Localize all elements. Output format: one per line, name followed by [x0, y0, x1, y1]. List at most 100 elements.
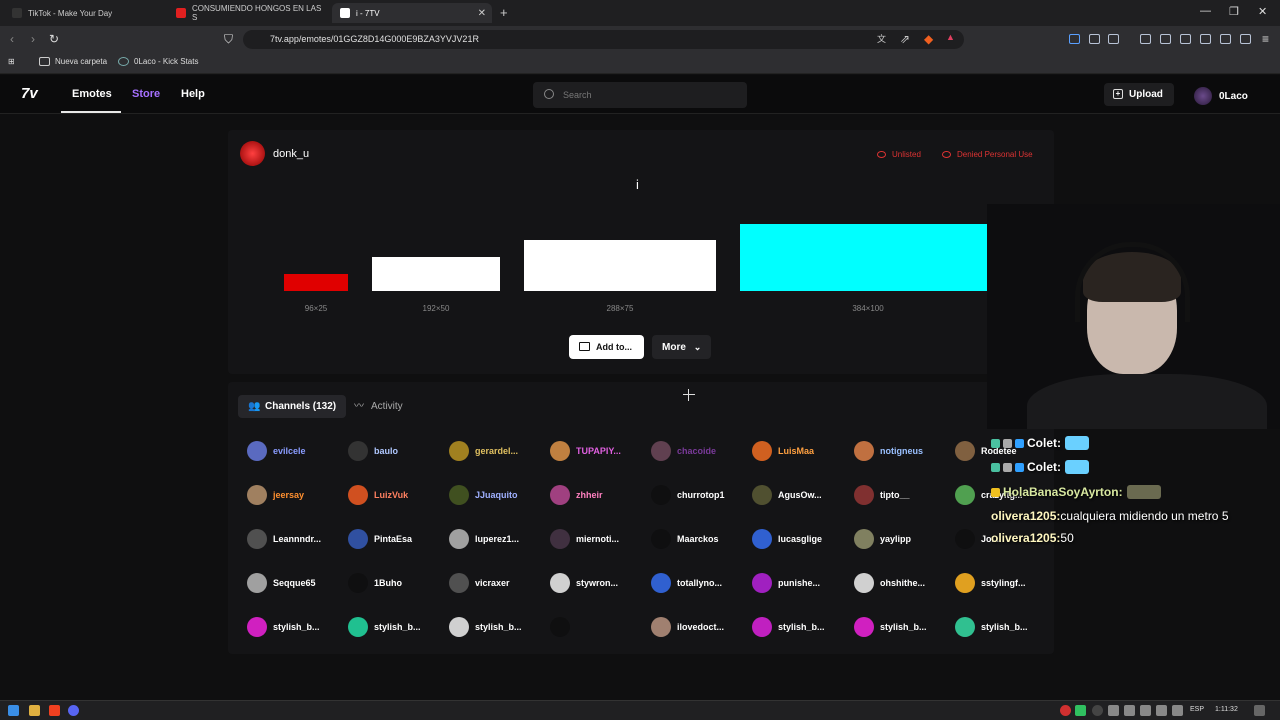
channel-item[interactable]: stylish_b...: [955, 617, 1028, 637]
leo-icon[interactable]: [1220, 34, 1231, 44]
add-to-button[interactable]: Add to...: [569, 335, 644, 359]
channel-item[interactable]: stylish_b...: [752, 617, 825, 637]
channel-item[interactable]: churrotop1: [651, 485, 725, 505]
apps-grid-icon[interactable]: ⊞: [8, 57, 15, 66]
forward-icon[interactable]: ›: [31, 32, 35, 46]
user-menu[interactable]: 0Laco: [1194, 87, 1248, 105]
media-icon[interactable]: [1108, 34, 1119, 44]
chat-badge-icon: [1015, 462, 1024, 472]
vpn-icon[interactable]: [1240, 34, 1251, 44]
channel-item[interactable]: baulo: [348, 441, 398, 461]
channel-item[interactable]: stylish_b...: [449, 617, 522, 637]
streamer-body: [1027, 374, 1267, 429]
reload-icon[interactable]: ↻: [49, 32, 59, 46]
upload-button[interactable]: + Upload: [1104, 83, 1174, 106]
channel-item[interactable]: luperez1...: [449, 529, 519, 549]
sidebar-icon[interactable]: [1180, 34, 1191, 44]
brave-rewards-icon[interactable]: ▲: [946, 32, 955, 42]
channel-item[interactable]: notigneus: [854, 441, 923, 461]
channel-avatar: [955, 617, 975, 637]
file-explorer-icon[interactable]: [29, 705, 40, 716]
channel-item[interactable]: tipto__: [854, 485, 910, 505]
channel-item[interactable]: jeersay: [247, 485, 304, 505]
tray-icon[interactable]: [1108, 705, 1119, 716]
download-icon[interactable]: [1140, 34, 1151, 44]
browser-tab-youtube[interactable]: CONSUMIENDO HONGOS EN LAS S: [168, 3, 328, 23]
channel-item[interactable]: Leannndr...: [247, 529, 321, 549]
channel-item[interactable]: sstylingf...: [955, 573, 1026, 593]
wallet-icon[interactable]: [1200, 34, 1211, 44]
tray-icon[interactable]: [1060, 705, 1071, 716]
language-indicator[interactable]: ESP: [1190, 706, 1204, 713]
notification-icon[interactable]: [1254, 705, 1265, 716]
channel-item[interactable]: Maarckos: [651, 529, 719, 549]
share-icon[interactable]: ⇗: [900, 32, 910, 46]
brave-icon[interactable]: [49, 705, 60, 716]
channel-item[interactable]: miernoti...: [550, 529, 619, 549]
channel-item[interactable]: yaylipp: [854, 529, 911, 549]
channel-item[interactable]: ohshithe...: [854, 573, 925, 593]
nav-emotes[interactable]: Emotes: [61, 88, 121, 113]
channel-item[interactable]: 1Buho: [348, 573, 402, 593]
url-field[interactable]: 7tv.app/emotes/01GGZ8D14G000E9BZA3YVJV21…: [243, 30, 964, 49]
7tv-logo[interactable]: 7v: [21, 85, 38, 102]
channel-item[interactable]: LuisMaa: [752, 441, 814, 461]
channel-item[interactable]: lucasglige: [752, 529, 822, 549]
menu-icon[interactable]: ≡: [1262, 32, 1269, 46]
bookmark-kick-stats[interactable]: 0Laco - Kick Stats: [118, 57, 198, 66]
channel-item[interactable]: stylish_b...: [854, 617, 927, 637]
channel-item[interactable]: stylish_b...: [348, 617, 421, 637]
minimize-icon[interactable]: —: [1200, 5, 1211, 17]
tray-icon[interactable]: [1124, 705, 1135, 716]
nav-help[interactable]: Help: [181, 88, 205, 100]
back-icon[interactable]: ‹: [10, 32, 14, 46]
channel-item[interactable]: PintaEsa: [348, 529, 412, 549]
bookmark-folder[interactable]: Nueva carpeta: [39, 57, 107, 66]
music-icon[interactable]: [1160, 34, 1171, 44]
channel-item[interactable]: totallyno...: [651, 573, 722, 593]
close-window-icon[interactable]: ✕: [1258, 5, 1267, 18]
channel-item[interactable]: zhheir: [550, 485, 603, 505]
search-input[interactable]: Search: [533, 82, 747, 108]
close-tab-icon[interactable]: ✕: [478, 8, 486, 19]
channel-item[interactable]: evilcele: [247, 441, 306, 461]
translate-icon[interactable]: 文: [877, 32, 886, 45]
start-icon[interactable]: [8, 705, 19, 716]
channel-item[interactable]: gerardel...: [449, 441, 518, 461]
puzzle-icon[interactable]: [1089, 34, 1100, 44]
new-tab-button[interactable]: +: [500, 5, 508, 20]
clock[interactable]: 1:11:32: [1215, 706, 1238, 713]
brave-shield-icon[interactable]: ◆: [924, 32, 933, 46]
restore-icon[interactable]: ❐: [1229, 5, 1239, 18]
channel-item[interactable]: JJuaquito: [449, 485, 518, 505]
tray-icon[interactable]: [1075, 705, 1086, 716]
tab-channels[interactable]: 👥 Channels (132): [238, 395, 346, 418]
browser-tab-7tv[interactable]: i - 7TV ✕: [332, 3, 492, 23]
extension-icon[interactable]: [1069, 34, 1080, 44]
tab-activity[interactable]: 〰 Activity: [352, 395, 412, 418]
nav-store[interactable]: Store: [132, 88, 160, 100]
channel-item[interactable]: vicraxer: [449, 573, 510, 593]
browser-tab-tiktok[interactable]: TikTok - Make Your Day: [4, 3, 164, 23]
channel-item[interactable]: ilovedoct...: [651, 617, 724, 637]
channel-item[interactable]: chacoide: [651, 441, 716, 461]
channel-avatar: [449, 485, 469, 505]
channel-item[interactable]: stylish_b...: [247, 617, 320, 637]
channel-item[interactable]: [550, 617, 576, 637]
volume-icon[interactable]: [1172, 705, 1183, 716]
bookmark-icon[interactable]: ⛉: [224, 32, 233, 47]
avatar: [1194, 87, 1212, 105]
channel-item[interactable]: AgusOw...: [752, 485, 822, 505]
channel-item[interactable]: Seqque65: [247, 573, 316, 593]
wifi-icon[interactable]: [1156, 705, 1167, 716]
more-button[interactable]: More ⌄: [652, 335, 711, 359]
tray-icon[interactable]: [1092, 705, 1103, 716]
discord-icon[interactable]: [68, 705, 79, 716]
channel-item[interactable]: stywron...: [550, 573, 618, 593]
emote-owner[interactable]: donk_u: [240, 141, 309, 166]
channel-item[interactable]: punishe...: [752, 573, 820, 593]
owner-name: donk_u: [273, 147, 310, 160]
channel-item[interactable]: TUPAPIY...: [550, 441, 621, 461]
channel-item[interactable]: LuizVuk: [348, 485, 408, 505]
tray-icon[interactable]: [1140, 705, 1151, 716]
